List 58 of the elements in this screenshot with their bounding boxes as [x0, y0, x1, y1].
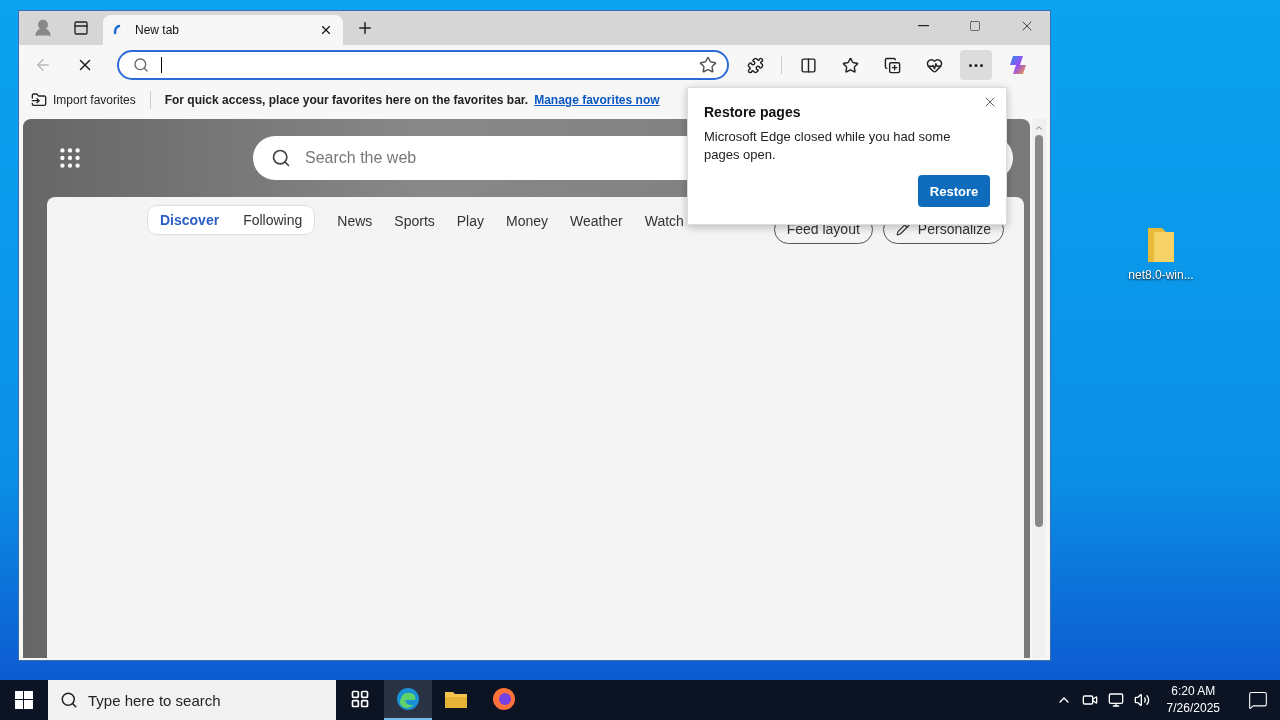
person-icon [33, 18, 53, 38]
feed-category-link[interactable]: Weather [570, 205, 623, 229]
maximize-icon [969, 20, 981, 32]
pencil-icon [895, 222, 910, 236]
split-screen-icon [799, 56, 817, 74]
feed-tab[interactable]: Following [243, 212, 303, 228]
more-button[interactable] [960, 50, 992, 80]
star-icon [841, 56, 859, 74]
camera-glyph [1081, 692, 1098, 708]
address-bar[interactable] [117, 50, 729, 80]
loading-icon [113, 24, 121, 36]
taskbar-app-button[interactable] [384, 680, 432, 720]
monitor-icon [1107, 692, 1124, 708]
volume-icon[interactable] [1132, 692, 1151, 708]
speaker-icon [1133, 692, 1150, 708]
popup-title: Restore pages [704, 104, 802, 120]
manage-favorites-link[interactable]: Manage favorites now [534, 93, 660, 107]
tab-title: New tab [135, 23, 181, 37]
meet-now-button[interactable] [1080, 692, 1099, 708]
scrollbar[interactable] [1032, 119, 1046, 658]
feed-category-link[interactable]: Watch [644, 205, 684, 229]
more-icon [969, 63, 983, 67]
feed-category-link[interactable]: Sports [394, 205, 435, 229]
copilot-logo-icon [1007, 54, 1029, 76]
star-icon[interactable] [699, 56, 717, 74]
browser-logo-icon [396, 687, 420, 711]
feed-tab[interactable]: Discover [160, 212, 220, 228]
heart-pulse-icon [925, 56, 943, 74]
feed-category-link[interactable]: News [337, 205, 373, 229]
fox-logo-icon [492, 687, 516, 711]
collections-icon [883, 56, 901, 74]
search-icon [133, 57, 149, 73]
search-placeholder: Search the web [305, 149, 417, 167]
apps-grid-icon[interactable] [57, 145, 83, 171]
feed-category-link[interactable]: Money [506, 205, 549, 229]
clock[interactable]: 6:20 AM 7/26/2025 [1158, 683, 1228, 717]
tab-panel-icon [73, 20, 89, 36]
puzzle-icon [746, 56, 764, 74]
task-view-icon [350, 689, 370, 709]
feed-category-link[interactable]: Play [456, 205, 484, 229]
search-icon [60, 691, 78, 709]
search-icon [271, 148, 291, 168]
text-cursor [161, 57, 162, 73]
folder-import-icon [31, 92, 47, 108]
plus-icon [356, 19, 374, 37]
network-icon[interactable] [1106, 692, 1125, 708]
minimize-icon [917, 25, 929, 27]
scrollbar-thumb[interactable] [1035, 135, 1043, 527]
browser-tab[interactable]: New tab [103, 15, 343, 45]
restore-button[interactable]: Restore [918, 175, 990, 208]
search-placeholder: Type here to search [88, 691, 221, 709]
import-favorites-button[interactable]: Import favorites [31, 92, 136, 108]
taskbar-search-field[interactable]: Type here to search [48, 680, 336, 720]
windows-logo-icon [15, 691, 33, 709]
folder-icon [444, 689, 468, 709]
close-icon[interactable] [319, 23, 333, 37]
message-icon [1248, 690, 1268, 710]
favorites-hint: For quick access, place your favorites here on the favorites bar. [164, 93, 529, 107]
